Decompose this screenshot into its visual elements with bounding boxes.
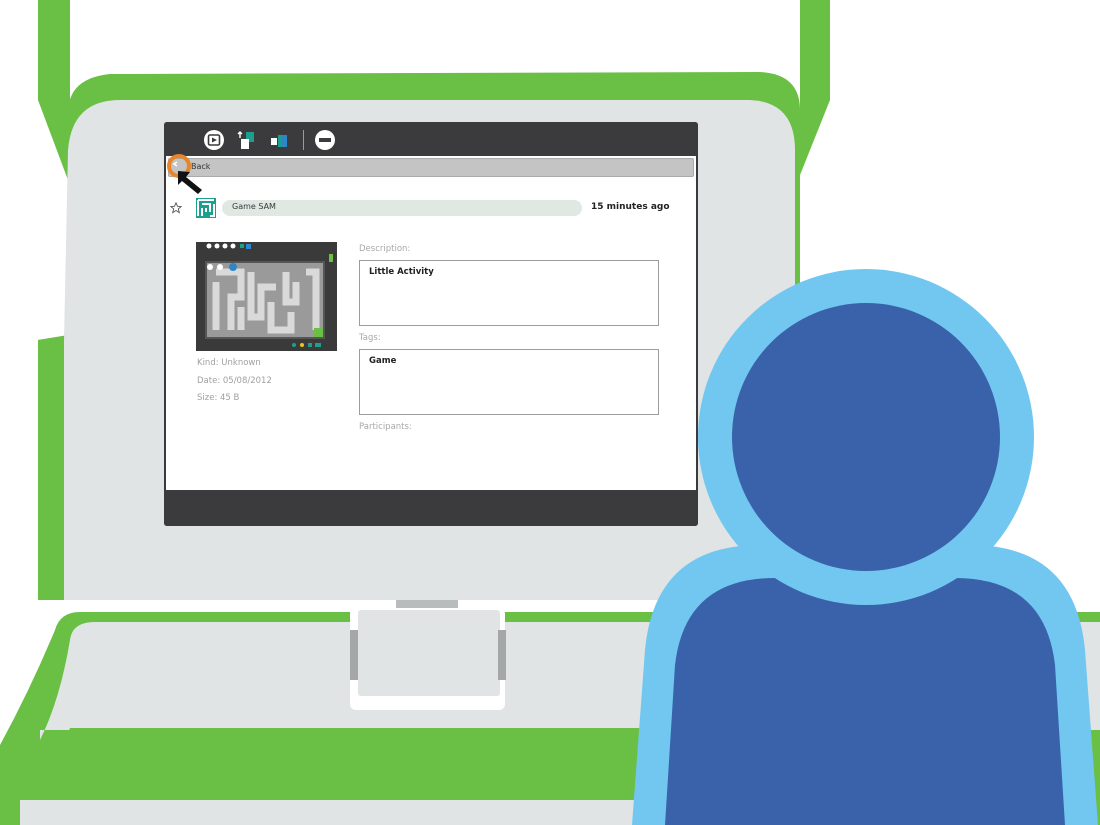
remove-icon[interactable] [314, 129, 336, 151]
back-button[interactable]: Back [168, 158, 694, 177]
tags-text: Game [369, 356, 397, 366]
size-label: Size: 45 B [197, 393, 240, 403]
entry-detail-panel: Back Game SAM 15 minutes ago Kind: Unkno… [166, 156, 696, 490]
tags-field[interactable]: Game [359, 349, 659, 415]
lid-left-strip [38, 336, 64, 600]
person-head-fill [732, 303, 1000, 571]
date-label: Date: 05/08/2012 [197, 376, 272, 386]
play-icon[interactable] [203, 129, 225, 151]
left-antenna [38, 0, 70, 180]
duplicate-icon[interactable] [268, 129, 290, 151]
kind-label: Kind: Unknown [197, 358, 261, 368]
bottom-bar [164, 490, 698, 526]
keyboard-green [42, 728, 700, 800]
journal-toolbar [164, 122, 698, 156]
activity-preview-thumbnail [196, 242, 337, 351]
description-text: Little Activity [369, 267, 434, 277]
keyboard-bottom-edge [20, 800, 720, 825]
description-label: Description: [359, 244, 411, 254]
person-body-fill [665, 578, 1065, 825]
title-text: Game SAM [232, 202, 276, 211]
title-field[interactable]: Game SAM [222, 200, 582, 216]
maze-activity-icon [196, 198, 216, 218]
copy-to-icon[interactable] [235, 129, 257, 151]
star-icon[interactable] [170, 202, 182, 214]
right-antenna [800, 0, 830, 175]
participants-label: Participants: [359, 422, 412, 432]
toolbar-separator [303, 130, 304, 150]
description-field[interactable]: Little Activity [359, 260, 659, 326]
hinge-left-post [350, 630, 358, 680]
hinge-block-inner [358, 610, 500, 696]
journal-screen: Back Game SAM 15 minutes ago Kind: Unkno… [164, 122, 698, 526]
tags-label: Tags: [359, 333, 381, 343]
hinge-right-post [498, 630, 506, 680]
maze-preview [196, 242, 337, 351]
time-label: 15 minutes ago [591, 202, 670, 212]
cursor-pointer-icon [167, 154, 202, 194]
